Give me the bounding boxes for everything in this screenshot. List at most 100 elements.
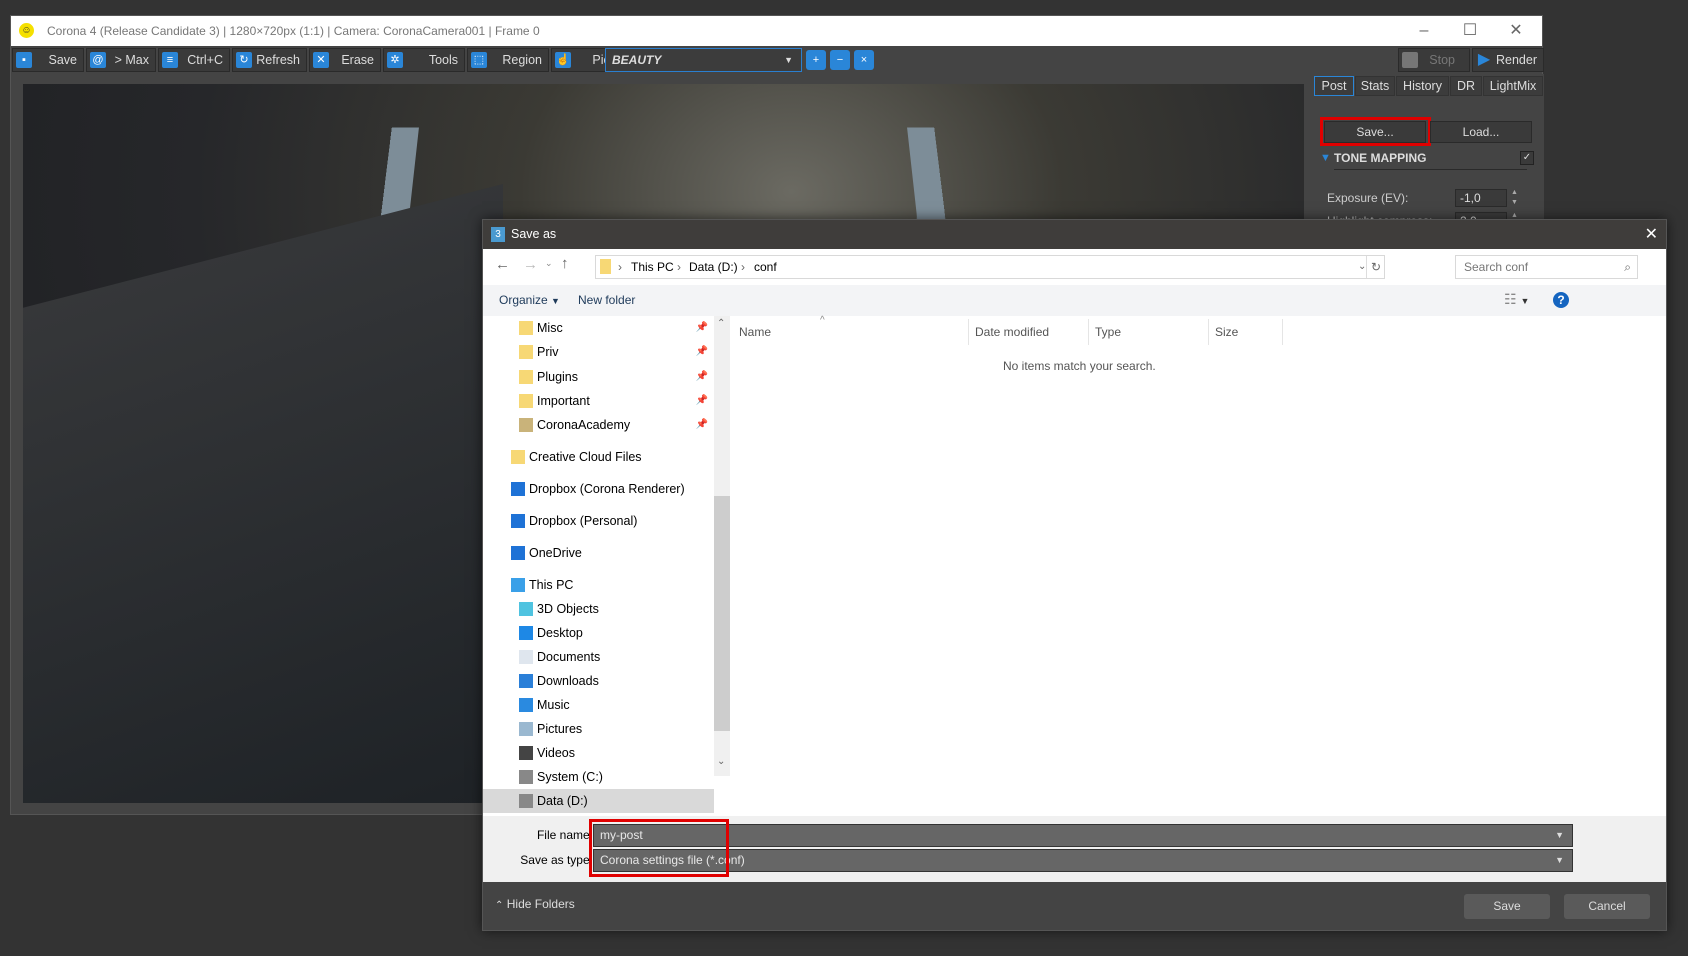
nav-item[interactable]: Misc 📌 (483, 316, 714, 340)
nav-item[interactable]: Videos (483, 741, 714, 765)
maximize-button[interactable]: ☐ (1447, 16, 1493, 46)
zoom-out-icon[interactable]: − (830, 50, 850, 70)
tone-mapping-checkbox[interactable]: ✓ (1520, 151, 1534, 165)
nav-item[interactable]: System (C:) (483, 765, 714, 789)
back-arrow-icon[interactable]: ← (495, 256, 510, 273)
creative-cloud-icon (511, 450, 525, 464)
nav-item[interactable]: 3D Objects (483, 597, 714, 621)
dialog-close-icon[interactable]: ✕ (1645, 220, 1658, 249)
breadcrumb-this-pc[interactable]: This PC (631, 256, 674, 278)
nav-item-label: 3D Objects (537, 602, 599, 616)
region-button[interactable]: ⬚ Region (467, 48, 549, 72)
download-icon (519, 674, 533, 688)
separator-icon: › (618, 260, 622, 274)
nav-item[interactable]: Creative Cloud Files (483, 445, 714, 469)
collapse-triangle-icon[interactable]: ▼ (1320, 152, 1331, 164)
tab-stats[interactable]: Stats (1355, 76, 1395, 96)
organize-button[interactable]: Organize ▼ (499, 293, 560, 307)
folder-icon (519, 394, 533, 408)
search-input[interactable]: Search conf ⌕ (1455, 255, 1638, 279)
nav-item[interactable]: Dropbox (Personal) (483, 509, 714, 533)
dialog-save-button[interactable]: Save (1464, 894, 1550, 919)
nav-item-label: Misc (537, 321, 563, 335)
breadcrumb-data-d[interactable]: Data (D:) (689, 256, 738, 278)
pin-icon[interactable]: 📌 (696, 389, 708, 413)
tab-history[interactable]: History (1396, 76, 1449, 96)
music-icon (519, 698, 533, 712)
stop-button[interactable]: Stop (1398, 48, 1470, 72)
refresh-icon[interactable]: ↻ (1371, 256, 1381, 278)
render-element-select[interactable]: BEAUTY ▼ (605, 48, 802, 72)
tab-post[interactable]: Post (1314, 76, 1354, 96)
zoom-in-icon[interactable]: + (806, 50, 826, 70)
chevron-down-icon: ▼ (551, 296, 560, 306)
erase-icon: ✕ (313, 52, 329, 68)
scrollbar-thumb[interactable] (714, 496, 730, 731)
new-folder-button[interactable]: New folder (578, 293, 635, 307)
column-header-date-modified[interactable]: Date modified (969, 319, 1089, 345)
tools-button[interactable]: ✲ Tools (383, 48, 465, 72)
file-name-label: File name: (536, 828, 593, 842)
address-bar[interactable]: › This PC › Data (D:) › conf ⌄ ↻ (595, 255, 1385, 279)
file-name-input[interactable]: my-post ▼ (593, 824, 1573, 847)
post-save-button[interactable]: Save... (1324, 121, 1426, 143)
breadcrumb-conf[interactable]: conf (754, 256, 777, 278)
scroll-down-icon[interactable]: ⌄ (717, 756, 725, 767)
nav-item[interactable]: CoronaAcademy 📌 (483, 413, 714, 437)
spinner-arrows-icon[interactable]: ▲▼ (1511, 188, 1518, 208)
save-button[interactable]: ▪ Save (12, 48, 84, 72)
column-header-size[interactable]: Size (1209, 319, 1283, 345)
nav-item-label: System (C:) (537, 770, 603, 784)
pin-icon[interactable]: 📌 (696, 365, 708, 389)
recent-chevron-icon[interactable]: ⌄ (545, 258, 553, 269)
pin-icon[interactable]: 📌 (696, 413, 708, 437)
nav-item[interactable]: Important 📌 (483, 389, 714, 413)
dialog-cancel-button[interactable]: Cancel (1564, 894, 1650, 919)
render-wall-shape (23, 184, 503, 803)
exposure-input[interactable]: -1,0 (1455, 189, 1507, 207)
forward-arrow-icon[interactable]: → (523, 256, 538, 273)
save-as-type-select[interactable]: Corona settings file (*.conf) ▼ (593, 849, 1573, 872)
drive-icon (519, 770, 533, 784)
nav-item[interactable]: Downloads (483, 669, 714, 693)
nav-item[interactable]: Music (483, 693, 714, 717)
tab-lightmix[interactable]: LightMix (1483, 76, 1543, 96)
nav-item[interactable]: Pictures (483, 717, 714, 741)
nav-scrollbar[interactable]: ⌃ ⌄ (714, 316, 730, 776)
nav-item[interactable]: Dropbox (Corona Renderer) (483, 477, 714, 501)
to-max-button[interactable]: @ > Max (86, 48, 156, 72)
pin-icon[interactable]: 📌 (696, 340, 708, 364)
refresh-button[interactable]: ↻ Refresh (232, 48, 307, 72)
nav-item[interactable]: Desktop (483, 621, 714, 645)
minimize-button[interactable]: – (1401, 16, 1447, 46)
pin-icon[interactable]: 📌 (696, 316, 708, 340)
close-button[interactable]: ✕ (1493, 16, 1539, 46)
nav-item[interactable]: This PC (483, 573, 714, 597)
nav-item-label: Documents (537, 650, 601, 664)
chevron-down-icon[interactable]: ▼ (1555, 850, 1564, 871)
nav-item[interactable]: Plugins 📌 (483, 365, 714, 389)
nav-item[interactable]: Documents (483, 645, 714, 669)
help-icon[interactable]: ? (1553, 292, 1569, 308)
zoom-fit-icon[interactable]: × (854, 50, 874, 70)
erase-button[interactable]: ✕ Erase (309, 48, 381, 72)
chevron-down-icon[interactable]: ▼ (1555, 825, 1564, 846)
nav-item[interactable]: Data (D:) (483, 789, 714, 813)
tab-dr[interactable]: DR (1450, 76, 1482, 96)
nav-item[interactable]: Priv 📌 (483, 340, 714, 364)
column-header-name[interactable]: Name (733, 319, 969, 345)
dialog-body: ← → ⌄ ↑ › This PC › Data (D:) › conf ⌄ ↻… (483, 249, 1666, 879)
post-load-button[interactable]: Load... (1430, 121, 1532, 143)
copy-button[interactable]: ≡ Ctrl+C (158, 48, 230, 72)
scroll-up-icon[interactable]: ⌃ (717, 318, 725, 329)
stop-icon (1402, 52, 1418, 68)
render-button[interactable]: ▶ Render (1472, 48, 1544, 72)
nav-item[interactable]: OneDrive (483, 541, 714, 565)
3dsmax-icon: 3 (491, 227, 505, 242)
nav-item-label: Dropbox (Corona Renderer) (529, 482, 685, 496)
view-options-icon[interactable]: ☷ ▼ (1504, 291, 1529, 308)
column-header-type[interactable]: Type (1089, 319, 1209, 345)
hide-folders-button[interactable]: ⌃ Hide Folders (495, 897, 575, 911)
nav-item-label: This PC (529, 578, 574, 592)
up-arrow-icon[interactable]: ↑ (561, 255, 569, 272)
